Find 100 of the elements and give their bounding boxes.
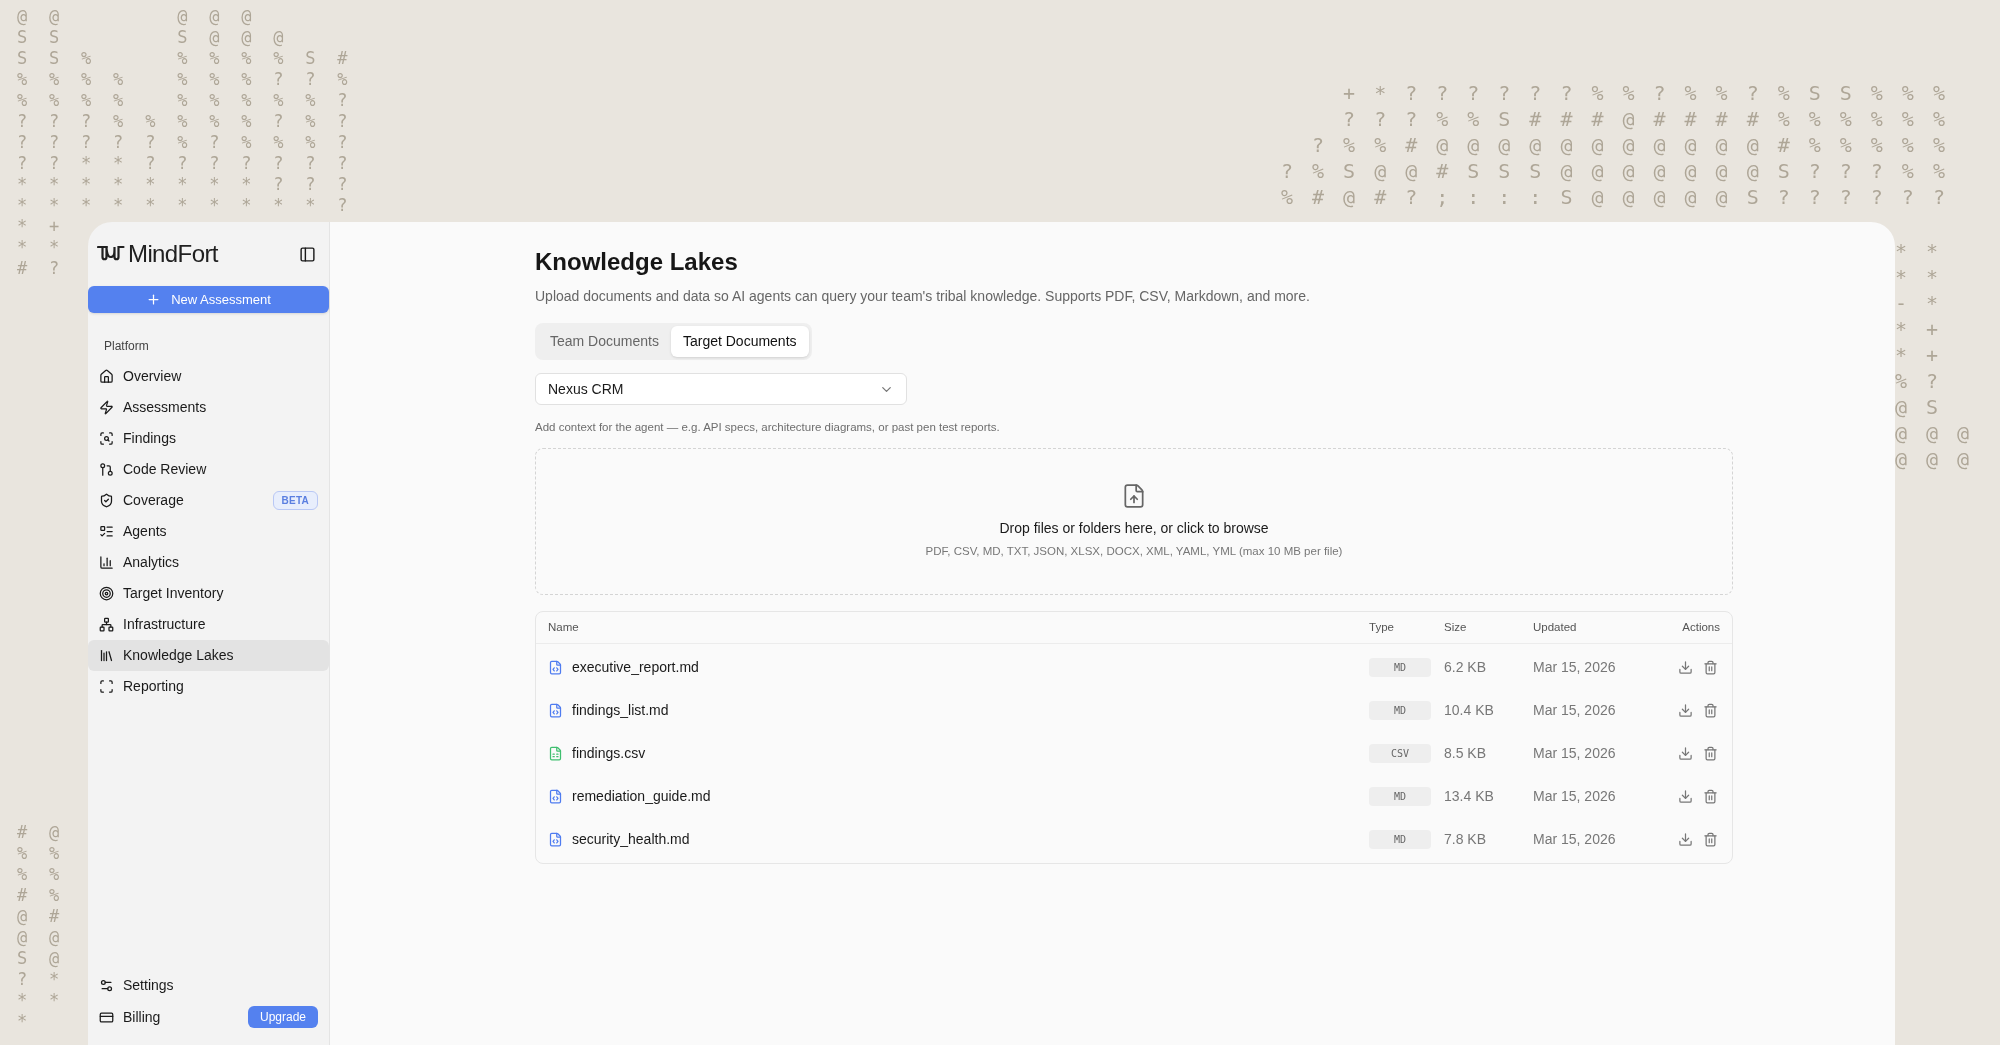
nav-item[interactable]: Agents xyxy=(88,516,329,547)
tab[interactable]: Team Documents xyxy=(538,326,671,357)
spreadsheet-file-icon xyxy=(548,746,563,762)
page-title: Knowledge Lakes xyxy=(535,247,739,277)
scan-search-icon xyxy=(99,431,114,446)
badge: Upgrade xyxy=(247,1006,318,1028)
file-upload-icon xyxy=(1121,483,1147,510)
ascii-art-row: -* xyxy=(1895,290,1958,316)
nav-item[interactable]: Findings xyxy=(88,423,329,454)
page-subtitle: Upload documents and data so AI agents can query your team's tribal knowledge. Supports PDF, CSV, Markdown, and more. xyxy=(535,287,1311,306)
ascii-art-row: ** xyxy=(17,237,82,258)
file-size: 6.2 KB xyxy=(1444,658,1488,678)
ascii-art-row-text: ???%%S###@####%%%%%% xyxy=(1342,106,1964,132)
section-label: Platform xyxy=(104,338,150,355)
download-button[interactable] xyxy=(1678,746,1693,762)
ascii-art-row: %% xyxy=(17,843,82,864)
branch-icon xyxy=(99,462,114,477)
file-size: 10.4 KB xyxy=(1444,701,1495,721)
ascii-art-row: #@ xyxy=(17,822,82,843)
target-icon xyxy=(99,586,114,601)
ascii-art-row: ???%%%%%?%? xyxy=(17,111,370,132)
ascii-art-row: @# xyxy=(17,906,82,927)
ascii-art-row: @@@ xyxy=(1895,420,1989,446)
nav-item[interactable]: Infrastructure xyxy=(88,609,329,640)
logo-text: MindFort xyxy=(128,239,218,269)
library-icon xyxy=(99,648,114,663)
ascii-art-row: %% xyxy=(17,864,82,885)
ascii-art-row-text: SS S@@@ xyxy=(17,27,307,48)
column-header: Size xyxy=(1444,620,1468,636)
nav-item[interactable]: Assessments xyxy=(88,392,329,423)
file-type: MD xyxy=(1369,658,1431,678)
ascii-art-row: *+ xyxy=(17,216,82,237)
settings-icon xyxy=(99,977,114,993)
code-file-icon xyxy=(548,703,563,719)
nav-item[interactable]: Coverage BETA xyxy=(88,485,329,516)
ascii-art-row: *+ xyxy=(1895,342,1958,368)
column-header: Updated xyxy=(1533,620,1578,636)
lightning-icon xyxy=(99,400,114,415)
ascii-art-row: @S xyxy=(1895,394,1958,420)
bar-chart-icon xyxy=(99,555,114,570)
target-select[interactable]: Nexus CRM xyxy=(535,373,907,405)
column-header: Type xyxy=(1369,620,1395,636)
file-name: findings_list.md xyxy=(572,701,669,721)
download-button[interactable] xyxy=(1678,832,1693,848)
nav-item[interactable]: Target Inventory xyxy=(88,578,329,609)
nav-item[interactable]: Knowledge Lakes xyxy=(88,640,329,671)
dropzone[interactable]: Drop files or folders here, or click to browse PDF, CSV, MD, TXT, JSON, XLSX, DOCX, XML, YAML, YML (max 10 MB per file) xyxy=(535,448,1733,596)
ascii-art-row: %? xyxy=(1895,368,1958,394)
delete-button[interactable] xyxy=(1703,789,1718,805)
file-name: executive_report.md xyxy=(572,658,699,678)
file-size: 8.5 KB xyxy=(1444,744,1488,764)
ascii-art-row-text: ?%S@@#SSS@@@@@@@S???%% xyxy=(1280,158,1964,184)
plus-icon xyxy=(146,292,162,307)
ascii-art-row: SS% %%%%S# xyxy=(17,48,370,69)
ascii-art-row: #? xyxy=(17,258,82,279)
nav-item[interactable]: Reporting xyxy=(88,671,329,702)
ascii-art-row-text: +*??????%%?%%?%SS%%% xyxy=(1342,80,1964,106)
shield-check-icon xyxy=(99,493,114,508)
ascii-art-row: ** xyxy=(1895,264,1958,290)
file-size: 13.4 KB xyxy=(1444,787,1495,807)
download-button[interactable] xyxy=(1678,789,1693,805)
file-type: MD xyxy=(1369,787,1431,807)
ascii-art-row: @@ xyxy=(17,927,82,948)
ascii-art-row: ** xyxy=(1895,238,1958,264)
delete-button[interactable] xyxy=(1703,832,1718,848)
ascii-art-row-text: * xyxy=(17,1011,51,1032)
tab[interactable]: Target Documents xyxy=(670,326,809,357)
nav-item[interactable]: Overview xyxy=(88,361,329,392)
ascii-art-row: S@ xyxy=(17,948,82,969)
house-icon xyxy=(99,369,114,384)
nav-item[interactable]: Settings xyxy=(88,969,329,1001)
nav-item[interactable]: Billing Upgrade xyxy=(88,1001,329,1033)
dropzone-formats: PDF, CSV, MD, TXT, JSON, XLSX, DOCX, XML, YAML, YML (max 10 MB per file) xyxy=(925,544,1343,560)
file-type: MD xyxy=(1369,830,1431,850)
delete-button[interactable] xyxy=(1703,660,1718,676)
ascii-art-row: ?????%?%%%? xyxy=(17,132,370,153)
ascii-art-row-text: ?%%#@@@@@@@@@@@#%%%%% xyxy=(1311,132,1964,158)
download-button[interactable] xyxy=(1678,660,1693,676)
ascii-art-row: @@@ xyxy=(1895,446,1989,472)
ascii-art-row: ??**??????? xyxy=(17,153,370,174)
delete-button[interactable] xyxy=(1703,746,1718,762)
code-file-icon xyxy=(548,789,563,805)
ascii-art-row-text: @@ @@@ xyxy=(17,6,275,27)
hint-text: Add context for the agent — e.g. API specs, architecture diagrams, or past pen test reports. xyxy=(535,420,1001,435)
nav-item[interactable]: Analytics xyxy=(88,547,329,578)
download-button[interactable] xyxy=(1678,703,1693,719)
ascii-art-row-text: %#@#?;:::S@@@@@S?????? xyxy=(1280,184,1964,210)
file-updated: Mar 15, 2026 xyxy=(1533,787,1617,807)
ascii-art-row: %%%% %%%%%? xyxy=(17,90,370,111)
new-assessment-button[interactable]: New Assessment xyxy=(88,286,329,313)
ascii-art-row: #% xyxy=(17,885,82,906)
ascii-art-row: ** xyxy=(17,990,82,1011)
nav-item[interactable]: Code Review xyxy=(88,454,329,485)
file-updated: Mar 15, 2026 xyxy=(1533,830,1617,850)
file-type: CSV xyxy=(1369,744,1431,764)
file-name: findings.csv xyxy=(572,744,646,764)
ascii-art-row: **********? xyxy=(17,195,370,216)
ascii-art-row: ?* xyxy=(17,969,82,990)
ascii-art-row: ********??? xyxy=(17,174,370,195)
delete-button[interactable] xyxy=(1703,703,1718,719)
